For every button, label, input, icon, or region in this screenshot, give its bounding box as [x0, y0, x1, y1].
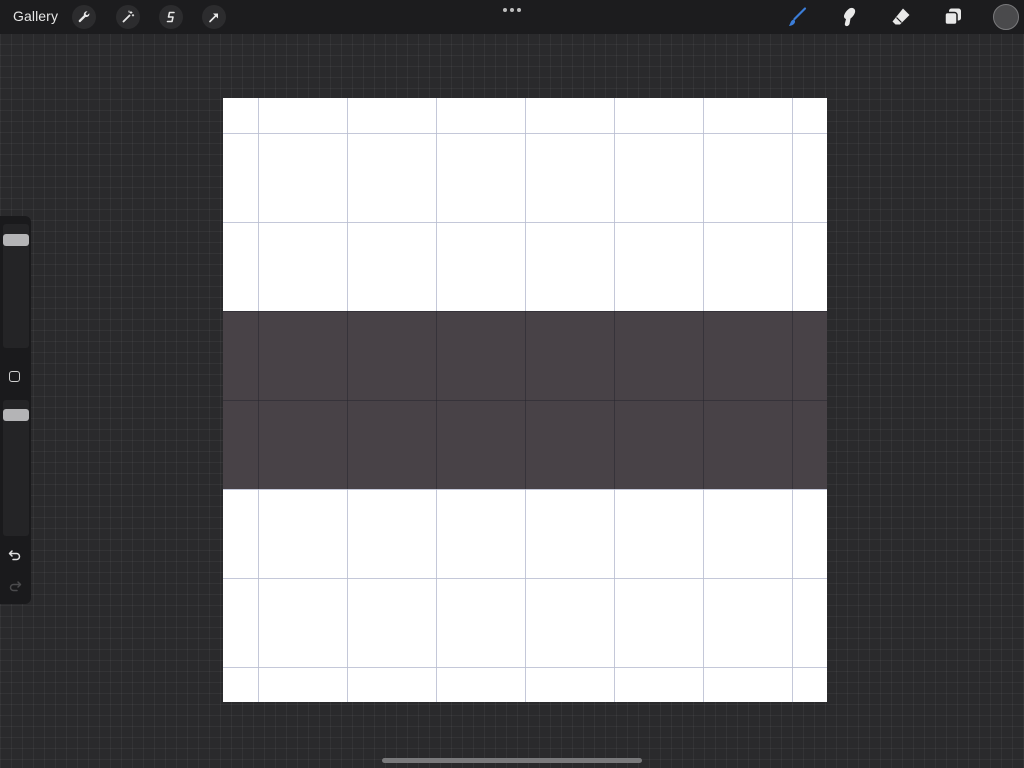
smudge-tool[interactable] — [836, 4, 862, 30]
selection-s-icon — [166, 11, 175, 23]
brush-size-thumb[interactable] — [3, 234, 29, 246]
actions-button[interactable] — [72, 5, 96, 29]
drawing-canvas[interactable] — [223, 98, 827, 702]
color-picker-button[interactable] — [993, 4, 1019, 30]
adjustments-button[interactable] — [116, 5, 140, 29]
layers-tool[interactable] — [940, 4, 966, 30]
modify-square-icon[interactable] — [9, 371, 20, 382]
redo-icon[interactable] — [7, 578, 23, 594]
wrench-icon — [78, 11, 90, 23]
more-options-icon[interactable] — [503, 8, 521, 12]
home-indicator[interactable] — [382, 758, 642, 763]
layers-icon — [944, 8, 961, 26]
smudge-icon — [843, 7, 856, 27]
top-toolbar: Gallery — [0, 0, 1024, 34]
undo-icon[interactable] — [7, 547, 23, 563]
dark-horizontal-band — [223, 311, 827, 489]
transform-button[interactable] — [202, 5, 226, 29]
transform-arrow-icon — [209, 13, 218, 23]
selection-button[interactable] — [159, 5, 183, 29]
left-sidebar — [0, 216, 31, 604]
eraser-icon — [892, 8, 910, 25]
gallery-button[interactable]: Gallery — [13, 8, 58, 24]
opacity-thumb[interactable] — [3, 409, 29, 421]
magic-wand-icon — [122, 10, 135, 23]
brush-tool[interactable] — [784, 4, 810, 30]
eraser-tool[interactable] — [888, 4, 914, 30]
brush-icon — [789, 7, 807, 26]
